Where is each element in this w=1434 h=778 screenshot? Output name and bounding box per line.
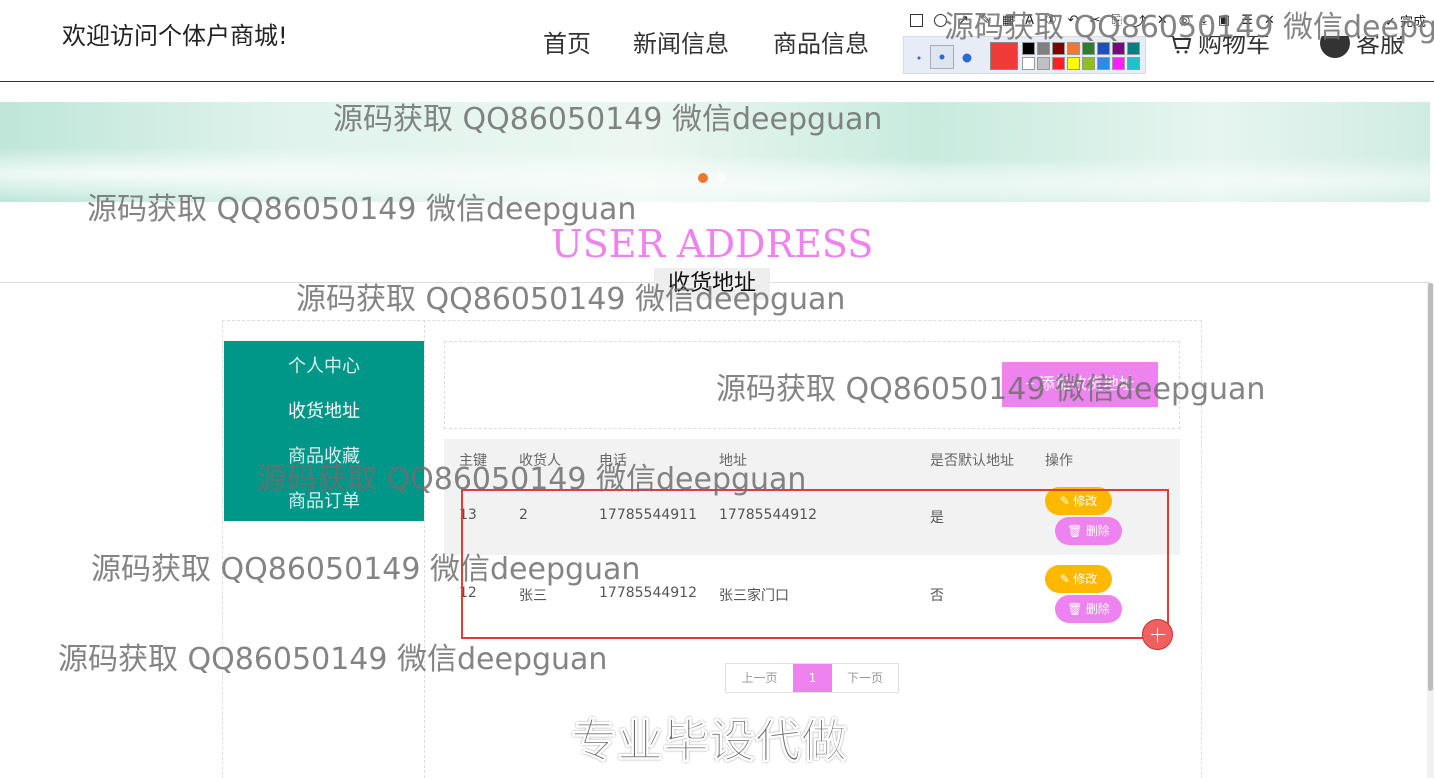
column-header-default: 是否默认地址 [930, 453, 1014, 469]
color-swatch[interactable] [1022, 57, 1035, 70]
color-swatch[interactable] [1112, 57, 1125, 70]
sidebar-item-profile[interactable]: 个人中心 [224, 352, 424, 378]
nav-home[interactable]: 首页 [543, 24, 591, 59]
prev-page-button[interactable]: 上一页 [726, 664, 793, 692]
pagination: 上一页 1 下一页 [725, 663, 899, 693]
nav-news[interactable]: 新闻信息 [633, 24, 729, 59]
sidebar-item-address[interactable]: 收货地址 [224, 397, 424, 423]
rectangle-tool-icon[interactable] [910, 13, 923, 27]
watermark-text: 源码获取 QQ86050149 微信deepguan [91, 552, 641, 587]
nav-goods[interactable]: 商品信息 [773, 24, 869, 59]
current-color-swatch[interactable] [990, 42, 1018, 70]
color-swatch[interactable] [1127, 57, 1140, 70]
color-swatch[interactable] [1067, 57, 1080, 70]
carousel-dot[interactable] [716, 173, 726, 183]
watermark-text: 源码获取 QQ86050149 微信deepguan [87, 192, 637, 227]
next-page-button[interactable]: 下一页 [832, 664, 898, 692]
swatch-grid [1022, 42, 1140, 70]
carousel-dot-active[interactable] [698, 173, 708, 183]
brush-size-small[interactable] [912, 51, 926, 65]
scrollbar-thumb[interactable] [1428, 283, 1433, 691]
page-title-en: USER ADDRESS [550, 222, 874, 266]
resize-handle[interactable] [1142, 619, 1173, 650]
watermark-text: 源码获取 QQ86050149 微信deepguan [333, 102, 883, 137]
watermark-text: 源码获取 QQ86050149 微信deepguan [944, 10, 1434, 45]
promo-watermark: 专业毕设代做 [571, 714, 848, 769]
color-swatch[interactable] [1052, 57, 1065, 70]
color-swatch[interactable] [1037, 57, 1050, 70]
page-number-current[interactable]: 1 [793, 664, 832, 692]
watermark-text: 源码获取 QQ86050149 微信deepguan [257, 462, 807, 497]
brush-size-large[interactable] [960, 51, 974, 65]
watermark-text: 源码获取 QQ86050149 微信deepguan [716, 372, 1266, 407]
watermark-text: 源码获取 QQ86050149 微信deepguan [296, 282, 846, 317]
color-swatch[interactable] [1097, 57, 1110, 70]
watermark-text: 源码获取 QQ86050149 微信deepguan [58, 642, 608, 677]
color-swatch[interactable] [1082, 57, 1095, 70]
brush-size-medium[interactable] [930, 45, 954, 69]
brand-welcome: 欢迎访问个体户商城! [62, 22, 288, 50]
column-header-actions: 操作 [1045, 453, 1073, 469]
